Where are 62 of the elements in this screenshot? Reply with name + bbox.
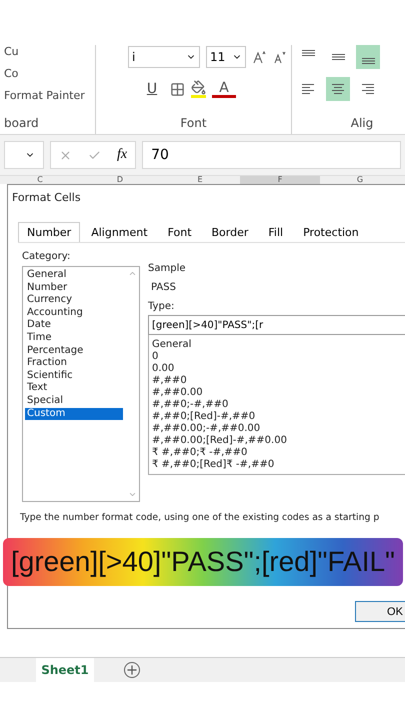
- font-name-field[interactable]: i: [128, 46, 200, 68]
- category-item[interactable]: Accounting: [25, 306, 123, 320]
- category-item[interactable]: Date: [25, 319, 123, 332]
- clipboard-item[interactable]: Cu: [4, 45, 19, 59]
- format-item[interactable]: #,##0.00;-#,##0.00: [152, 423, 405, 435]
- grow-font-icon[interactable]: [252, 50, 266, 64]
- format-item[interactable]: #,##0.00;[Red]-#,##0.00: [152, 435, 405, 447]
- align-top-icon: [302, 50, 314, 56]
- underline-button[interactable]: U: [140, 77, 164, 101]
- group-label: Font: [179, 116, 208, 132]
- sample-value: PASS: [151, 282, 177, 293]
- tab[interactable]: Number: [18, 222, 80, 242]
- category-item[interactable]: Percentage: [25, 344, 123, 358]
- align-middle-icon: [332, 54, 344, 60]
- group-label: board: [4, 116, 40, 132]
- fill-color-icon[interactable]: [191, 80, 206, 98]
- font-color-button[interactable]: A: [212, 80, 236, 98]
- category-item[interactable]: Fraction: [25, 357, 123, 370]
- format-item[interactable]: 0: [152, 351, 405, 363]
- category-item[interactable]: Custom: [25, 408, 123, 420]
- align-button[interactable]: [326, 77, 350, 101]
- align-right-icon: [361, 84, 375, 94]
- format-item[interactable]: #,##0;[Red]-#,##0: [152, 411, 405, 423]
- align-button[interactable]: [356, 45, 380, 69]
- type-field[interactable]: [green][>40]"PASS";[r: [148, 315, 405, 335]
- sheet-tab[interactable]: Sheet1: [36, 658, 94, 682]
- caption-banner: [green][>40]"PASS";[red]"FAIL": [3, 538, 403, 586]
- borders-icon[interactable]: [170, 82, 185, 96]
- type-label: Type:: [148, 301, 176, 312]
- category-label: Category:: [22, 251, 72, 262]
- shrink-font-icon[interactable]: [272, 50, 286, 64]
- category-item[interactable]: Scientific: [25, 370, 123, 382]
- ok-button[interactable]: OK: [355, 601, 405, 622]
- category-item[interactable]: Currency: [25, 294, 123, 307]
- add-sheet-icon[interactable]: [124, 662, 140, 678]
- format-item[interactable]: #,##0: [152, 375, 405, 387]
- format-item[interactable]: General: [152, 339, 405, 351]
- format-item[interactable]: ₹ #,##0;[Red]₹ -#,##0: [152, 459, 405, 471]
- clipboard-item[interactable]: Co: [4, 67, 18, 81]
- format-item[interactable]: #,##0.00: [152, 387, 405, 399]
- format-item[interactable]: 0.00: [152, 363, 405, 375]
- hint-text: Type the number format code, using one of the existing codes as a starting p: [20, 512, 380, 523]
- category-item[interactable]: Time: [25, 332, 123, 345]
- align-center-icon: [331, 84, 345, 94]
- align-bottom-icon: [362, 58, 374, 64]
- category-list[interactable]: General Number Currency Accounting Date Time Percentage Fraction Scientific Text Special Custom: [22, 266, 140, 502]
- category-item[interactable]: Text: [25, 382, 123, 395]
- format-item[interactable]: #,##0;-#,##0: [152, 399, 405, 411]
- function-button[interactable]: fx: [117, 147, 128, 163]
- sample-label: Sample: [148, 263, 186, 274]
- font-size-field[interactable]: 11: [206, 46, 246, 68]
- category-item[interactable]: Special: [25, 394, 123, 408]
- clipboard-item[interactable]: Format Painter: [4, 89, 85, 103]
- category-item[interactable]: Number: [25, 282, 123, 294]
- dialog-title: Format Cells: [12, 191, 82, 204]
- formula-field[interactable]: 70: [142, 141, 401, 169]
- format-item[interactable]: ₹ #,##0;₹ -#,##0: [152, 447, 405, 459]
- category-item[interactable]: General: [25, 269, 123, 282]
- group-label: Alig: [350, 116, 374, 132]
- align-left-icon: [301, 84, 315, 94]
- format-list[interactable]: General 0 0.00 #,##0 #,##0.00 #,##0;-#,##0 #,##0;[Red]-#,##0 #,##0.00;-#,##0.00 #,##0.00;[Red]-#,##0.00 ₹ #,##0;₹ -#,##0 ₹ #,##0;[Red]₹ -#,##0: [148, 335, 405, 475]
- column-header[interactable]: F: [240, 176, 320, 184]
